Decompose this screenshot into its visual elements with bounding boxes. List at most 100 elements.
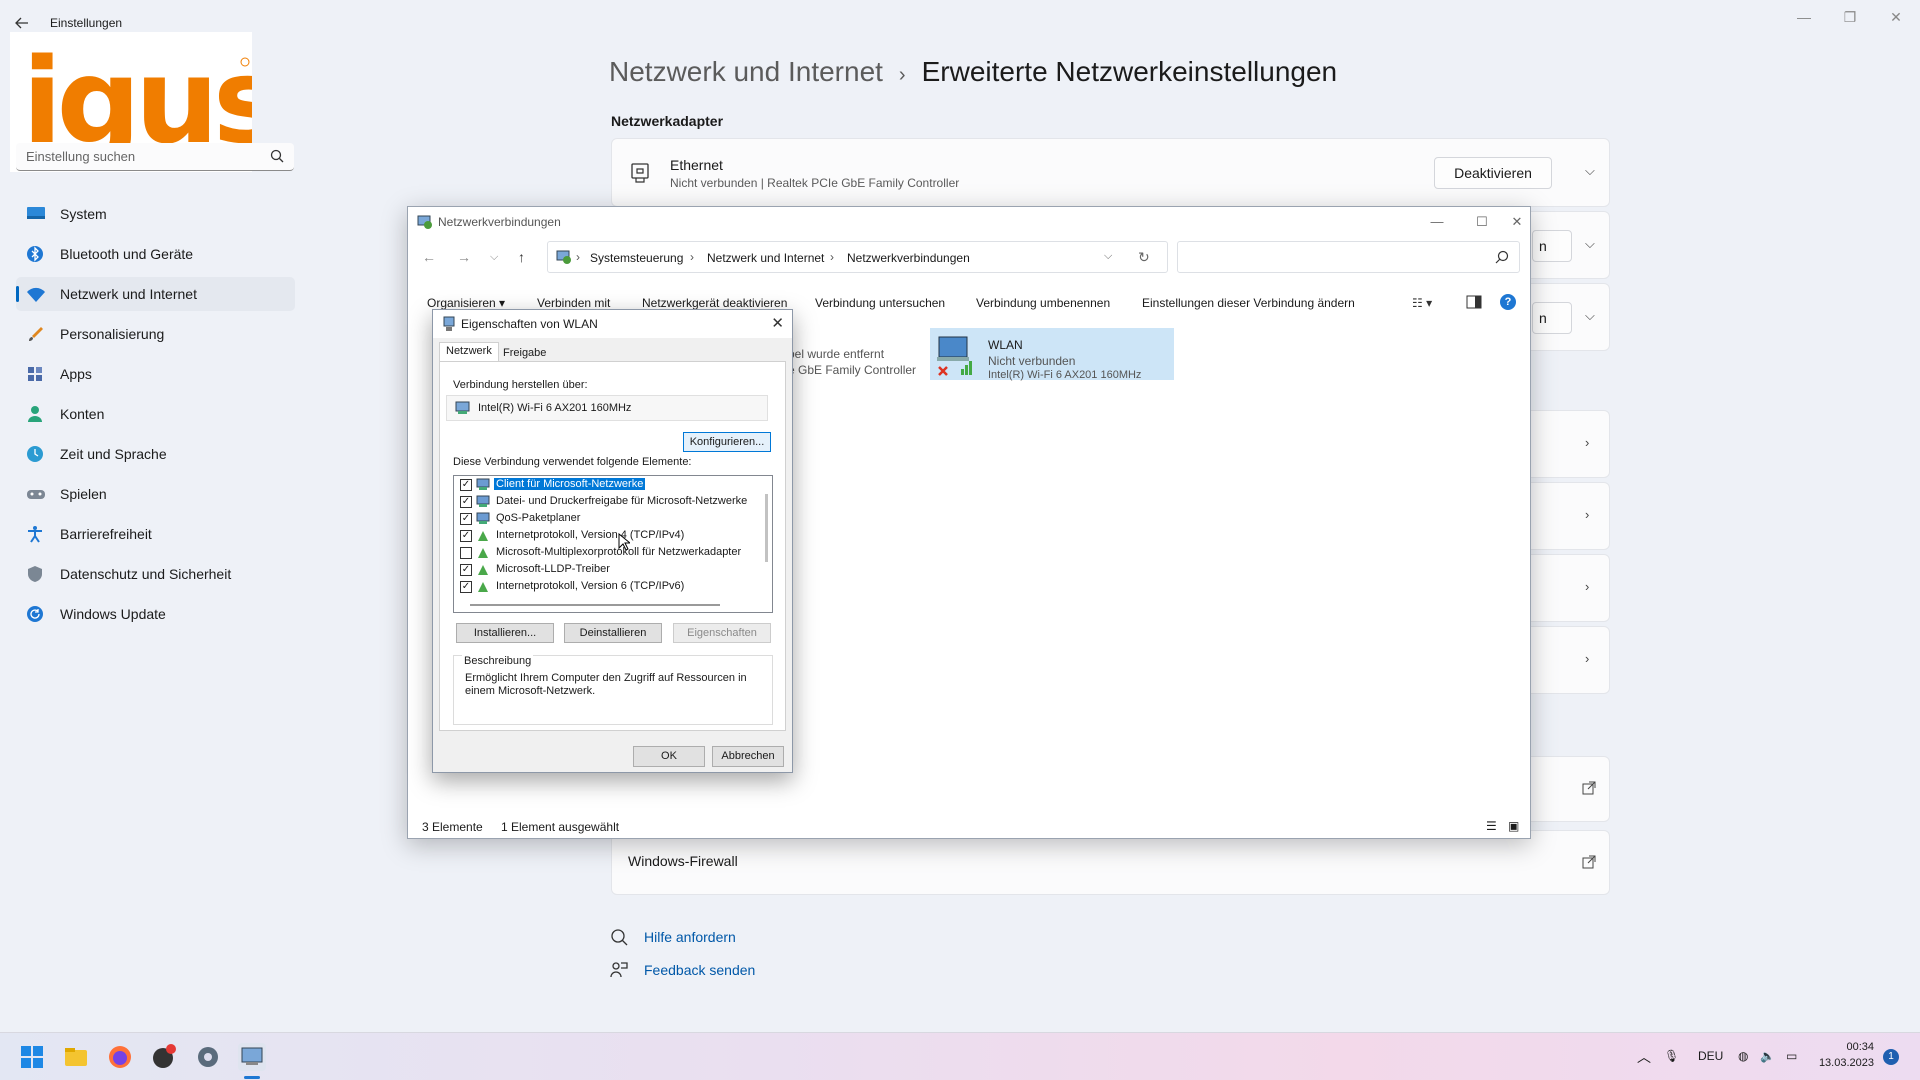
- horizontal-scrollbar[interactable]: [470, 604, 720, 606]
- help-link[interactable]: Hilfe anfordern: [644, 929, 736, 945]
- rename-button[interactable]: Verbindung umbenennen: [976, 296, 1110, 310]
- configure-button[interactable]: Konfigurieren...: [683, 432, 771, 452]
- organize-menu[interactable]: Organisieren ▾: [427, 296, 505, 310]
- firewall-label: Windows-Firewall: [628, 853, 738, 869]
- vertical-scrollbar[interactable]: [765, 494, 768, 562]
- status-bar: 3 Elemente 1 Element ausgewählt ☰ ▣: [408, 815, 1530, 839]
- breadcrumb-parent[interactable]: Netzwerk und Internet: [609, 56, 883, 87]
- address-bar[interactable]: › Systemsteuerung › Netzwerk und Interne…: [547, 241, 1168, 273]
- uninstall-button[interactable]: Deinstallieren: [564, 623, 662, 643]
- description-group: Beschreibung Ermöglicht Ihrem Computer d…: [453, 655, 773, 725]
- search-icon[interactable]: [270, 149, 284, 163]
- path-segment[interactable]: Systemsteuerung: [590, 251, 683, 265]
- checkbox[interactable]: ✓: [460, 513, 472, 525]
- battery-icon[interactable]: ▭: [1786, 1049, 1797, 1063]
- wlan-connection-tile[interactable]: WLAN Nicht verbunden Intel(R) Wi-Fi 6 AX…: [930, 328, 1174, 381]
- back-arrow-icon[interactable]: ←: [422, 249, 436, 265]
- tab-network[interactable]: Netzwerk: [439, 342, 499, 362]
- record-app-icon[interactable]: [150, 1043, 178, 1071]
- properties-button[interactable]: Eigenschaften: [673, 623, 771, 643]
- clock-time[interactable]: 00:34: [1822, 1041, 1874, 1053]
- restore-button[interactable]: ❐: [1830, 6, 1870, 28]
- minimize-button[interactable]: —: [1784, 6, 1824, 28]
- maximize-button[interactable]: ☐: [1460, 210, 1504, 234]
- change-settings-button[interactable]: Einstellungen dieser Verbindung ändern: [1142, 296, 1355, 310]
- checkbox[interactable]: ✓: [460, 564, 472, 576]
- view-options-icon[interactable]: ☷ ▾: [1412, 296, 1432, 310]
- protocol-icon: [476, 563, 491, 577]
- checkbox[interactable]: [460, 547, 472, 559]
- external-link-icon: [1582, 855, 1596, 874]
- wlan-status: Nicht verbunden: [988, 354, 1076, 368]
- search-box[interactable]: [1177, 241, 1520, 273]
- search-icon[interactable]: [1495, 250, 1509, 264]
- mouse-cursor: [618, 532, 632, 556]
- recent-dropdown-icon[interactable]: ⌵: [490, 251, 498, 264]
- page-title: Erweiterte Netzwerkeinstellungen: [921, 56, 1338, 87]
- install-button[interactable]: Installieren...: [456, 623, 554, 643]
- file-explorer-icon[interactable]: [62, 1043, 90, 1071]
- up-arrow-icon[interactable]: ↑: [518, 249, 525, 265]
- chevron-down-icon[interactable]: ⌵: [1585, 236, 1595, 252]
- components-list[interactable]: ✓ Client für Microsoft-Netzwerke ✓ Datei- …: [453, 475, 773, 613]
- connect-to-button[interactable]: Verbinden mit: [537, 296, 610, 310]
- input-language[interactable]: DEU: [1698, 1049, 1723, 1063]
- nav-item-windows-update[interactable]: Windows Update: [16, 597, 295, 631]
- nav-item-system[interactable]: System: [16, 197, 295, 231]
- help-icon[interactable]: ?: [1500, 294, 1516, 310]
- nav-item-personalization[interactable]: Personalisierung: [16, 317, 295, 351]
- disable-device-button[interactable]: Netzwerkgerät deaktivieren: [642, 296, 787, 310]
- refresh-icon[interactable]: ↻: [1138, 249, 1150, 266]
- chevron-down-icon[interactable]: ⌵: [1585, 163, 1595, 179]
- nav-item-privacy[interactable]: Datenschutz und Sicherheit: [16, 557, 295, 591]
- cancel-button[interactable]: Abbrechen: [712, 746, 784, 767]
- breadcrumb: Netzwerk und Internet › Erweiterte Netzwer…: [609, 56, 1337, 88]
- close-button[interactable]: ✕: [1876, 6, 1916, 28]
- path-segment[interactable]: Netzwerk und Internet: [707, 251, 824, 265]
- chevron-down-icon[interactable]: ⌵: [1585, 308, 1595, 324]
- nav-item-bluetooth[interactable]: Bluetooth und Geräte: [16, 237, 295, 271]
- ok-button[interactable]: OK: [633, 746, 705, 767]
- chevron-down-icon[interactable]: ⌵: [1104, 250, 1112, 263]
- settings-gear-icon[interactable]: [194, 1043, 222, 1071]
- adapter-button-3[interactable]: n: [1532, 302, 1572, 334]
- start-icon[interactable]: [18, 1043, 46, 1071]
- item-label: QoS-Paketplaner: [496, 512, 581, 524]
- path-segment[interactable]: Netzwerkverbindungen: [847, 251, 970, 265]
- path-separator: ›: [576, 250, 580, 264]
- checkbox[interactable]: ✓: [460, 496, 472, 508]
- nav-item-network[interactable]: Netzwerk und Internet: [16, 277, 295, 311]
- details-view-icon[interactable]: ☰: [1486, 819, 1497, 833]
- network-status-icon[interactable]: ◍: [1738, 1049, 1748, 1063]
- close-button[interactable]: ✕: [1505, 210, 1529, 234]
- protocol-icon: [476, 580, 491, 594]
- network-connections-icon[interactable]: [238, 1043, 266, 1071]
- minimize-button[interactable]: —: [1415, 210, 1459, 234]
- volume-icon[interactable]: 🔈: [1760, 1049, 1775, 1063]
- checkbox[interactable]: ✓: [460, 581, 472, 593]
- windows-firewall-row[interactable]: Windows-Firewall: [611, 830, 1610, 895]
- feedback-link[interactable]: Feedback senden: [644, 962, 755, 978]
- deactivate-button[interactable]: Deaktivieren: [1434, 157, 1552, 189]
- checkbox[interactable]: ✓: [460, 530, 472, 542]
- close-icon[interactable]: ✕: [771, 314, 784, 332]
- nav-item-time-language[interactable]: Zeit und Sprache: [16, 437, 295, 471]
- clock-date[interactable]: 13.03.2023: [1812, 1057, 1874, 1069]
- settings-search[interactable]: Einstellung suchen: [16, 143, 294, 171]
- notification-badge[interactable]: 1: [1883, 1049, 1899, 1065]
- back-arrow-icon[interactable]: [14, 15, 36, 33]
- preview-pane-icon[interactable]: [1466, 295, 1482, 312]
- adapter-button-2[interactable]: n: [1532, 230, 1572, 262]
- forward-arrow-icon[interactable]: →: [457, 249, 471, 265]
- microphone-icon[interactable]: 🎙: [1664, 1049, 1679, 1063]
- tiles-view-icon[interactable]: ▣: [1508, 819, 1519, 833]
- firefox-icon[interactable]: [106, 1043, 134, 1071]
- tab-sharing[interactable]: Freigabe: [497, 345, 552, 361]
- nav-item-accounts[interactable]: Konten: [16, 397, 295, 431]
- chevron-up-icon[interactable]: ︿: [1637, 1047, 1651, 1067]
- checkbox[interactable]: ✓: [460, 479, 472, 491]
- nav-item-gaming[interactable]: Spielen: [16, 477, 295, 511]
- nav-item-accessibility[interactable]: Barrierefreiheit: [16, 517, 295, 551]
- nav-item-apps[interactable]: Apps: [16, 357, 295, 391]
- diagnose-button[interactable]: Verbindung untersuchen: [815, 296, 945, 310]
